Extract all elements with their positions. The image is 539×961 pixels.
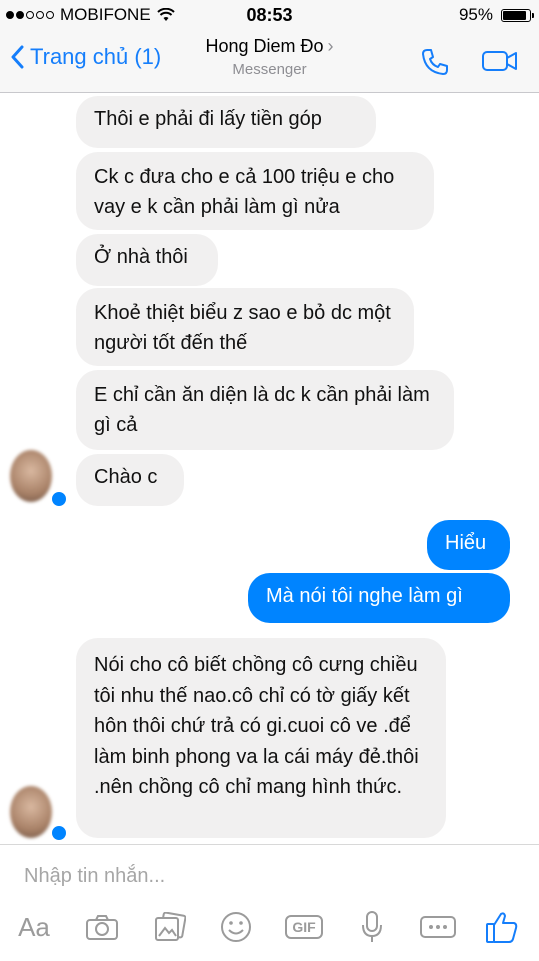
- message-bubble[interactable]: Nói cho cô biết chồng cô cưng chiều tôi …: [76, 638, 446, 838]
- camera-icon[interactable]: [82, 907, 122, 947]
- gallery-icon[interactable]: [150, 907, 190, 947]
- messenger-badge-icon: [50, 824, 68, 842]
- messenger-badge-icon: [50, 490, 68, 508]
- message-composer: Nhập tin nhắn... Aa GIF: [0, 844, 539, 961]
- message-bubble[interactable]: Khoẻ thiệt biểu z sao e bỏ dc một người …: [76, 288, 414, 366]
- message-bubble[interactable]: Ck c đưa cho e cả 100 triệu e cho vay e …: [76, 152, 434, 230]
- chevron-right-icon: ›: [327, 36, 334, 56]
- battery-icon: [501, 8, 534, 22]
- battery-percent: 95%: [458, 5, 493, 24]
- message-bubble[interactable]: Ở nhà thôi: [76, 234, 218, 286]
- status-bar: MOBIFONE 08:53 95%: [0, 0, 539, 30]
- text-size-icon[interactable]: Aa: [14, 907, 54, 947]
- composer-toolbar: Aa GIF: [0, 907, 539, 953]
- contact-avatar[interactable]: [10, 786, 52, 838]
- message-input[interactable]: Nhập tin nhắn...: [24, 865, 165, 888]
- gif-icon[interactable]: GIF: [284, 907, 324, 947]
- my-message-bubble[interactable]: Mà nói tôi nghe làm gì: [248, 573, 510, 623]
- nav-bar: Trang chủ (1) Hong Diem Đo › Messenger: [0, 30, 539, 93]
- contact-name: Hong Diem Đo: [205, 36, 324, 56]
- message-bubble[interactable]: Thôi e phải đi lấy tiền góp: [76, 96, 376, 148]
- contact-avatar[interactable]: [10, 450, 52, 502]
- video-call-icon[interactable]: [481, 46, 519, 76]
- message-bubble[interactable]: Chào c: [76, 454, 184, 506]
- phone-icon[interactable]: [419, 46, 451, 78]
- status-right: 95%: [458, 5, 534, 25]
- more-icon[interactable]: [418, 907, 458, 947]
- thumbs-up-icon[interactable]: [482, 907, 522, 947]
- aa-label: Aa: [18, 911, 50, 942]
- gif-label: GIF: [285, 915, 323, 939]
- emoji-icon[interactable]: [216, 907, 256, 947]
- microphone-icon[interactable]: [352, 907, 392, 947]
- message-bubble[interactable]: E chỉ cần ăn diện là dc k cần phải làm g…: [76, 370, 454, 450]
- my-message-bubble[interactable]: Hiểu: [427, 520, 510, 570]
